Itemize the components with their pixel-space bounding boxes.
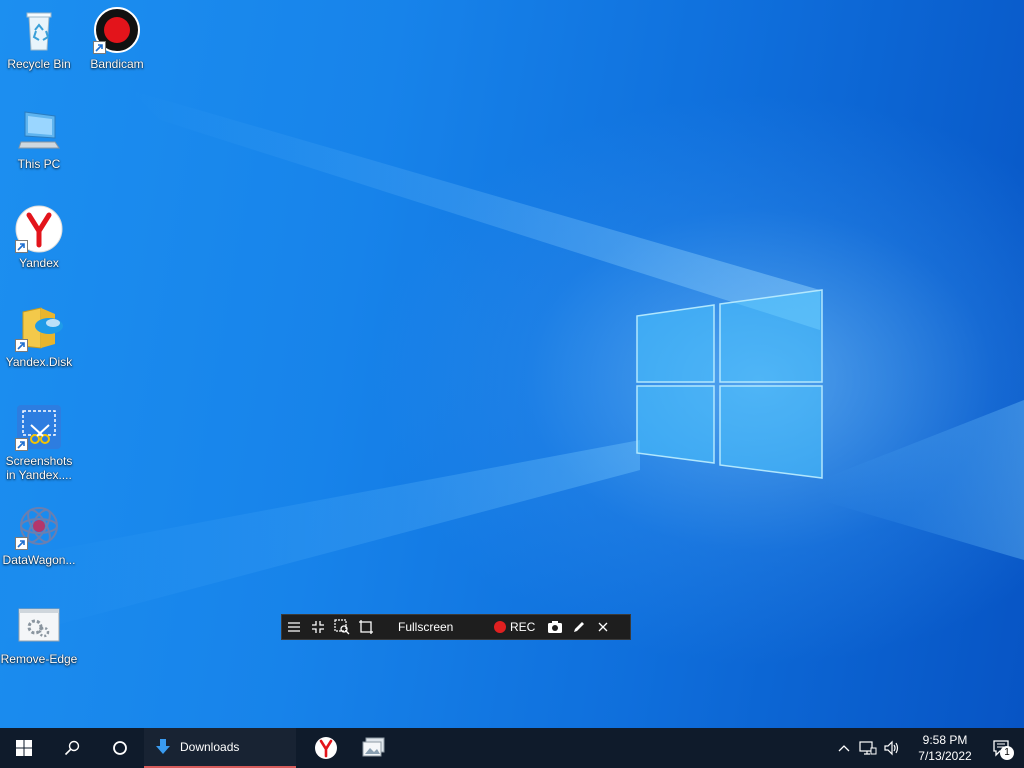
desktop-icon-datawagon[interactable]: DataWagon... [0,502,78,567]
clock-date: 7/13/2022 [918,749,972,763]
desktop-icon-label: Bandicam [90,57,144,71]
screenshots-icon [15,403,63,451]
desktop-icon-label: Remove-Edge [0,652,78,666]
record-dot-icon [494,621,506,633]
system-tray: 9:58 PM 7/13/2022 1 [832,728,1024,768]
shortcut-arrow-icon [15,240,28,253]
volume-icon[interactable] [880,728,904,768]
desktop-icon-bandicam[interactable]: Bandicam [78,6,156,71]
recycle-bin-icon [15,6,63,54]
desktop-icon-label: Yandex [19,256,59,270]
desktop-icon-remove-edge[interactable]: Remove-Edge [0,601,78,666]
desktop-icon-label: Yandex.Disk [5,355,73,369]
menu-icon[interactable] [282,615,306,639]
this-pc-icon [15,106,63,154]
desktop-icon-label: Recycle Bin [7,57,71,71]
desktop-icon-yandex-disk[interactable]: Yandex.Disk [0,304,78,369]
datawagon-icon [15,502,63,550]
desktop-icon-label: This PC [17,157,61,171]
remove-edge-icon [15,601,63,649]
rec-button[interactable]: REC [494,620,535,634]
desktop-icon-recycle-bin[interactable]: Recycle Bin [0,6,78,71]
bandicam-toolbar[interactable]: Fullscreen REC [281,614,631,640]
windows-logo [636,289,823,479]
action-center-button[interactable]: 1 [980,728,1024,768]
resize-window-icon[interactable] [354,615,378,639]
desktop-icon-yandex[interactable]: Yandex [0,205,78,270]
yandex-disk-icon [15,304,63,352]
shortcut-arrow-icon [15,537,28,550]
cortana-button[interactable] [96,728,144,768]
shortcut-arrow-icon [15,339,28,352]
download-arrow-icon [156,739,170,754]
desktop-icon-screenshots-in-yandex[interactable]: Screenshots in Yandex.... [0,403,78,482]
shortcut-arrow-icon [93,41,106,54]
taskbar-item-label: Downloads [180,740,240,754]
search-icon [64,740,80,756]
pencil-icon[interactable] [567,615,591,639]
close-icon[interactable] [591,615,615,639]
yandex-icon [15,205,63,253]
search-button[interactable] [48,728,96,768]
desktop-icon-label: Screenshots in Yandex.... [5,454,73,482]
cortana-circle-icon [113,741,127,755]
photo-viewer-icon [362,737,385,757]
yandex-icon [315,737,337,759]
rec-label: REC [510,620,536,634]
shortcut-arrow-icon [15,438,28,451]
taskbar-item-yandex[interactable] [302,728,350,768]
windows-start-icon [16,740,32,756]
taskbar: Downloads 9:58 PM 7/13/2022 1 [0,728,1024,768]
desktop-icon-this-pc[interactable]: This PC [0,106,78,171]
bandicam-icon [93,6,141,54]
network-icon[interactable] [856,728,880,768]
show-hidden-icons-chevron-up-icon[interactable] [832,728,856,768]
taskbar-item-downloads[interactable]: Downloads [144,728,296,768]
capture-mode-label[interactable]: Fullscreen [398,620,478,634]
collapse-icon[interactable] [306,615,330,639]
clock[interactable]: 9:58 PM 7/13/2022 [910,732,980,764]
notification-count-badge: 1 [1000,746,1014,760]
taskbar-item-image-viewer[interactable] [350,728,398,768]
select-area-icon[interactable] [330,615,354,639]
desktop-icon-label: DataWagon... [2,553,76,567]
start-button[interactable] [0,728,48,768]
clock-time: 9:58 PM [922,733,968,747]
camera-icon[interactable] [543,615,567,639]
